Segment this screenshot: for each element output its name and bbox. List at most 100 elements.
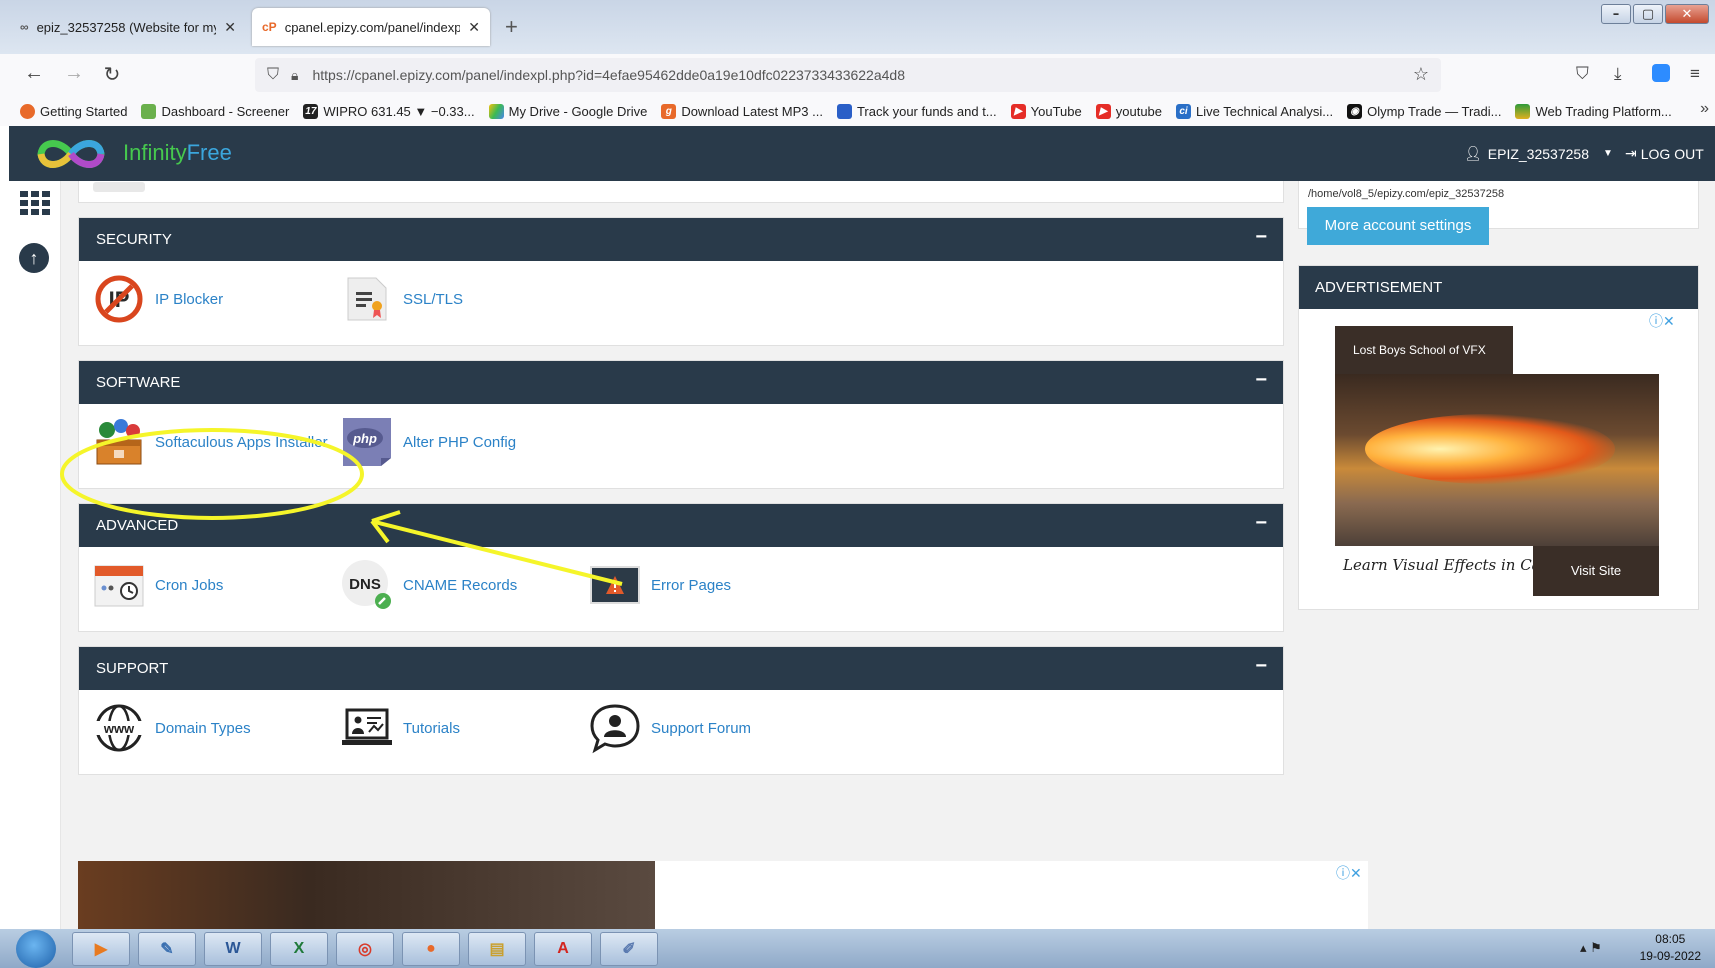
url-text[interactable]: https://cpanel.epizy.com/panel/indexpl.p… [312,67,905,83]
visit-site-button[interactable]: Visit Site [1533,546,1659,596]
username: EPIZ_32537258 [1487,145,1589,162]
chrome-icon[interactable]: ◎ [336,932,394,966]
new-tab-button[interactable]: + [505,14,518,40]
logout-button[interactable]: ⇥ LOG OUT [1625,145,1704,162]
minimize-button[interactable]: – [1601,4,1631,24]
platform-icon [1515,103,1531,119]
bottom-ad-image[interactable] [78,861,655,929]
tray-icons[interactable]: ▴ ⚑ [1580,940,1602,956]
bookmark-item[interactable]: My Drive - Google Drive [488,103,647,119]
browser-titlebar: ∞ epiz_32537258 (Website for myc ✕ cP cp… [0,0,1715,54]
notepad-icon[interactable]: ✎ [138,932,196,966]
bottom-ad-banner[interactable]: ⓘ✕ [78,861,1368,929]
php-icon: php [341,416,393,468]
ssl-certificate-icon [341,273,393,325]
softaculous-icon [93,416,145,468]
cron-calendar-icon [93,559,145,611]
olymp-icon: ◉ [1347,103,1363,119]
ad-headline[interactable]: Lost Boys School of VFX [1335,326,1513,374]
bookmark-item[interactable]: g Download Latest MP3 ... [661,103,823,119]
collapse-icon[interactable]: − [1255,216,1267,259]
ad-info-close-icon[interactable]: ⓘ✕ [1336,863,1362,883]
bookmarks-overflow-icon[interactable]: » [1700,100,1709,118]
bookmark-item[interactable]: Track your funds and t... [836,103,997,119]
bookmark-item[interactable]: ▶ YouTube [1010,103,1082,119]
pocket-icon[interactable]: ⛉ [1576,64,1589,84]
app-header: InfinityFree 👤︎ EPIZ_32537258 ▼ ⇥ LOG OU… [9,126,1715,181]
ssl-tls-item[interactable]: SSL/TLS [341,273,463,325]
more-account-settings-button[interactable]: More account settings [1307,207,1489,245]
support-forum-item[interactable]: Support Forum [589,702,751,754]
word-icon[interactable]: W [204,932,262,966]
bookmark-item[interactable]: 17 WIPRO 631.45 ▼ −0.33... [303,103,475,119]
start-button[interactable] [16,930,56,968]
brand-name[interactable]: InfinityFree [123,140,232,166]
upload-icon[interactable]: ↑ [19,243,49,273]
ad-info-close-icon[interactable]: ⓘ✕ [1649,311,1675,331]
screener-icon [141,103,157,119]
shield-icon[interactable]: ⛉ [267,66,279,84]
error-pages-item[interactable]: Error Pages [589,559,731,611]
collapse-icon[interactable]: − [1255,645,1267,688]
infinity-icon: ∞ [20,20,29,34]
menu-icon[interactable]: ≡ [1690,64,1700,84]
www-globe-icon: www [93,702,145,754]
infinityfree-logo [37,140,105,168]
bookmark-item[interactable]: ◉ Olymp Trade — Tradi... [1347,103,1501,119]
bookmark-item[interactable]: Web Trading Platform... [1515,103,1672,119]
ad-fire-graphic [1365,414,1615,484]
error-warning-icon [589,559,641,611]
reload-icon[interactable]: ↻ [98,62,126,87]
zoom-extension-icon[interactable] [1652,64,1670,82]
cname-records-item[interactable]: DNS CNAME Records [341,559,517,611]
chart-icon: ci [1176,103,1192,119]
system-clock[interactable]: 08:05 19-09-2022 [1640,931,1701,965]
bookmark-item[interactable]: ci Live Technical Analysi... [1176,103,1333,119]
ip-blocker-item[interactable]: IP IP Blocker [93,273,223,325]
acrobat-icon[interactable]: A [534,932,592,966]
download-icon[interactable]: ⤓ [1614,64,1622,84]
bookmark-item[interactable]: Getting Started [20,103,127,119]
ad-image[interactable] [1335,374,1659,546]
media-player-icon[interactable]: ▶ [72,932,130,966]
paint-icon[interactable]: ✐ [600,932,658,966]
cron-jobs-item[interactable]: Cron Jobs [93,559,223,611]
lock-icon[interactable]: 🔒︎ [291,67,298,84]
dns-icon: DNS [341,559,393,611]
bookmark-item[interactable]: Dashboard - Screener [141,103,289,119]
apps-grid-icon[interactable] [20,191,50,215]
address-bar[interactable]: ⛉ 🔒︎ https://cpanel.epizy.com/panel/inde… [255,58,1441,92]
softaculous-item[interactable]: Softaculous Apps Installer [93,416,328,468]
collapse-icon[interactable]: − [1255,502,1267,545]
firefox-icon[interactable]: ● [402,932,460,966]
domain-types-item[interactable]: www Domain Types [93,702,251,754]
user-menu[interactable]: 👤︎ EPIZ_32537258 ▼ [1464,145,1613,162]
close-icon[interactable]: ✕ [224,19,236,36]
forward-icon[interactable]: → [60,62,88,85]
alter-php-config-item[interactable]: php Alter PHP Config [341,416,516,468]
group-header[interactable]: ADVANCED − [79,504,1283,547]
close-window-button[interactable]: ✕ [1665,4,1709,24]
maximize-button[interactable]: ▢ [1633,4,1663,24]
clock-time: 08:05 [1655,932,1686,946]
group-header[interactable]: SUPPORT − [79,647,1283,690]
sidebar: ↑ [9,181,61,929]
tab-epiz[interactable]: ∞ epiz_32537258 (Website for myc ✕ [10,8,246,46]
bookmark-star-icon[interactable]: ☆ [1413,64,1429,85]
chat-user-icon [589,702,641,754]
tutorials-item[interactable]: Tutorials [341,702,460,754]
close-icon[interactable]: ✕ [468,19,480,36]
svg-text:DNS: DNS [349,576,381,593]
group-header[interactable]: SOFTWARE − [79,361,1283,404]
excel-icon[interactable]: X [270,932,328,966]
browser-navbar: ← → ↻ ⛉ 🔒︎ https://cpanel.epizy.com/pane… [0,54,1715,96]
advertisement-header: ADVERTISEMENT [1299,266,1698,309]
bookmark-item[interactable]: ▶ youtube [1095,103,1162,119]
collapse-icon[interactable]: − [1255,359,1267,402]
youtube-icon: ▶ [1010,103,1026,119]
group-header[interactable]: SECURITY − [79,218,1283,261]
back-icon[interactable]: ← [20,62,48,85]
explorer-icon[interactable]: ▤ [468,932,526,966]
laptop-tutorial-icon [341,702,393,754]
tab-cpanel[interactable]: cP cpanel.epizy.com/panel/indexp ✕ [252,8,490,46]
